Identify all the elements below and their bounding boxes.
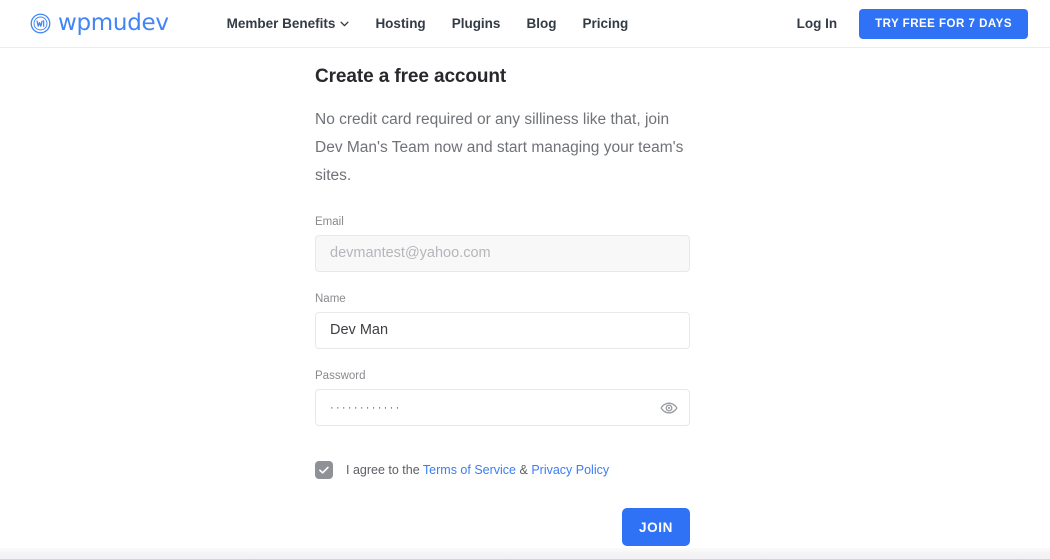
brand-name: wpmudev — [58, 12, 169, 35]
signup-form: Email devmantest@yahoo.com Name Dev Man … — [315, 190, 735, 546]
nav-item-blog[interactable]: Blog — [513, 16, 569, 31]
email-label: Email — [315, 216, 735, 228]
join-button[interactable]: JOIN — [622, 508, 690, 546]
email-field-group: Email devmantest@yahoo.com — [315, 216, 735, 272]
try-free-button[interactable]: TRY FREE FOR 7 DAYS — [859, 9, 1028, 39]
login-link[interactable]: Log In — [797, 16, 838, 31]
header-actions: Log In TRY FREE FOR 7 DAYS — [797, 9, 1028, 39]
page-title: Create a free account — [315, 48, 735, 88]
terms-checkbox[interactable] — [315, 461, 333, 479]
password-value: ············ — [316, 401, 402, 414]
privacy-policy-link[interactable]: Privacy Policy — [531, 463, 609, 477]
terms-separator: & — [516, 463, 531, 477]
eye-icon[interactable] — [660, 399, 678, 417]
submit-row: JOIN — [315, 479, 690, 546]
chevron-down-icon — [340, 21, 349, 27]
main-nav: Member Benefits Hosting Plugins Blog Pri… — [214, 16, 642, 31]
name-label: Name — [315, 293, 735, 305]
signup-content: Create a free account No credit card req… — [315, 48, 735, 546]
nav-item-pricing[interactable]: Pricing — [569, 16, 641, 31]
nav-item-member-benefits[interactable]: Member Benefits — [214, 16, 363, 31]
name-field-group: Name Dev Man — [315, 293, 735, 349]
email-input[interactable]: devmantest@yahoo.com — [315, 235, 690, 272]
site-header: wpmudev Member Benefits Hosting Plugins … — [0, 0, 1050, 48]
signup-page: wpmudev Member Benefits Hosting Plugins … — [0, 0, 1050, 559]
nav-item-plugins[interactable]: Plugins — [439, 16, 514, 31]
password-label: Password — [315, 370, 735, 382]
terms-of-service-link[interactable]: Terms of Service — [423, 463, 516, 477]
password-field-group: Password ············ — [315, 370, 735, 426]
nav-item-label: Pricing — [582, 16, 628, 31]
nav-item-label: Member Benefits — [227, 16, 336, 31]
nav-item-label: Blog — [526, 16, 556, 31]
footer-strip — [0, 548, 1050, 559]
password-input[interactable]: ············ — [315, 389, 690, 426]
wpmudev-logo-icon — [30, 13, 51, 34]
terms-text: I agree to the Terms of Service & Privac… — [346, 463, 609, 477]
signup-description: No credit card required or any silliness… — [315, 88, 693, 190]
terms-row: I agree to the Terms of Service & Privac… — [315, 447, 735, 479]
brand-logo[interactable]: wpmudev — [30, 12, 169, 35]
name-value: Dev Man — [316, 323, 388, 338]
terms-prefix: I agree to the — [346, 463, 423, 477]
check-icon — [318, 464, 330, 476]
nav-item-label: Hosting — [375, 16, 425, 31]
nav-item-label: Plugins — [452, 16, 501, 31]
nav-item-hosting[interactable]: Hosting — [362, 16, 438, 31]
eye-icon-glyph — [660, 399, 678, 417]
email-value: devmantest@yahoo.com — [316, 246, 491, 261]
name-input[interactable]: Dev Man — [315, 312, 690, 349]
